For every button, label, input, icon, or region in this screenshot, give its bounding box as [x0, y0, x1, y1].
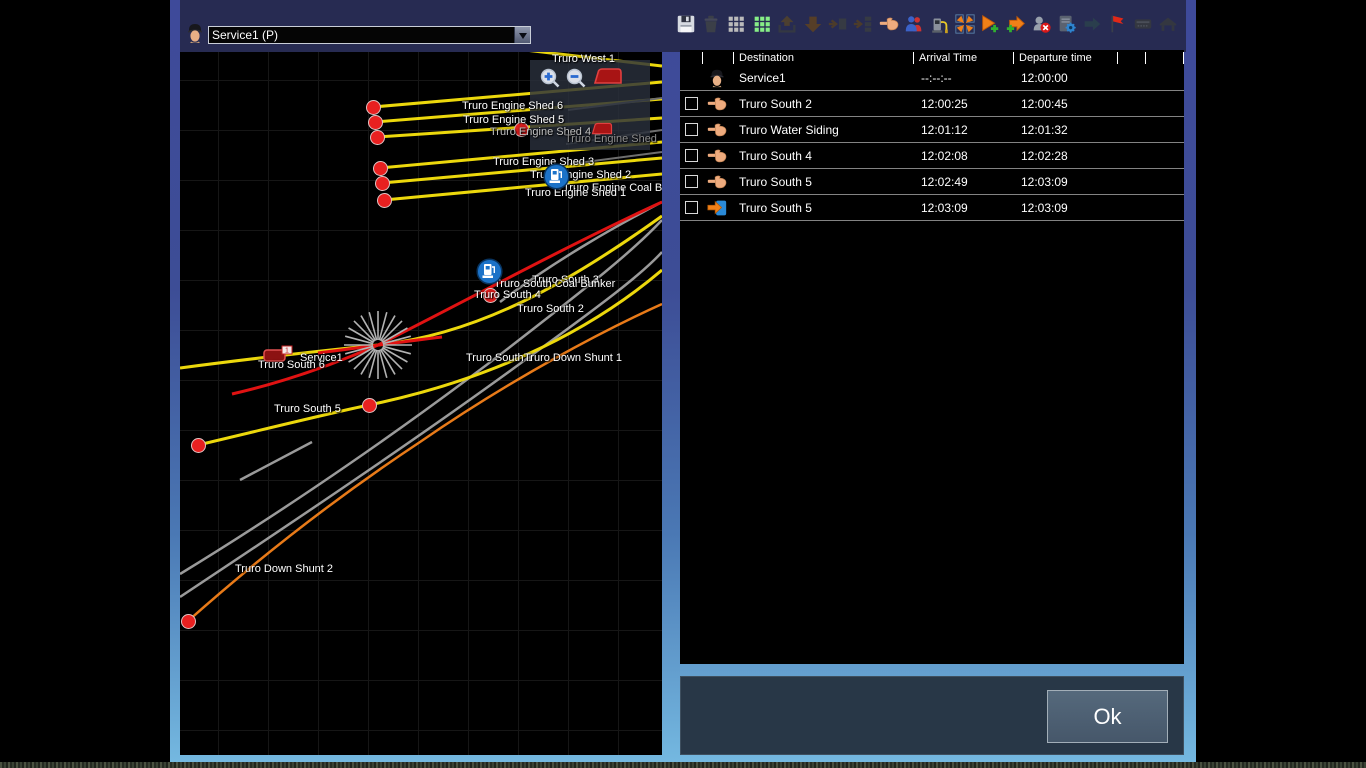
- svg-text:1: 1: [285, 348, 289, 355]
- destination-cell: Truro South 5: [733, 201, 812, 215]
- row-checkbox[interactable]: [685, 97, 698, 110]
- arrival-cell: 12:03:09: [913, 201, 968, 215]
- desktop-texture-strip: [0, 762, 1366, 768]
- depot-button[interactable]: [1157, 12, 1180, 36]
- final-stop-icon: [706, 197, 728, 219]
- column-header-blank-6: [1145, 52, 1184, 64]
- table-row[interactable]: Truro South 2 12:00:25 12:00:45: [680, 91, 1184, 117]
- timetable-body: Service1 --:--:-- 12:00:00 Truro South 2 12:…: [680, 65, 1184, 221]
- departure-cell: 12:00:45: [1013, 97, 1068, 111]
- departure-cell: 12:02:28: [1013, 149, 1068, 163]
- destination-cell: Service1: [733, 71, 786, 85]
- driver-icon: [706, 67, 728, 89]
- go-arrow-button[interactable]: [1081, 12, 1104, 36]
- column-header-destination: Destination: [733, 52, 913, 64]
- consist-icon[interactable]: [593, 67, 623, 84]
- refuel-button[interactable]: [928, 12, 951, 36]
- service-dropdown-value: Service1 (P): [212, 27, 278, 43]
- column-header-blank-5: [1117, 52, 1145, 64]
- add-service-button[interactable]: [979, 12, 1002, 36]
- track-lines: [180, 52, 662, 755]
- timetable: DestinationArrival TimeDeparture time Se…: [680, 50, 1184, 664]
- zoom-in-button[interactable]: [538, 66, 562, 90]
- toolbar: [674, 10, 1180, 38]
- track-end-marker[interactable]: [181, 614, 196, 629]
- hand-icon: [706, 171, 728, 193]
- row-checkbox[interactable]: [685, 201, 698, 214]
- move-right-button[interactable]: [826, 12, 849, 36]
- player-train-icon[interactable]: 1: [263, 345, 293, 363]
- service-dropdown[interactable]: Service1 (P): [208, 26, 531, 44]
- arrival-cell: 12:01:12: [913, 123, 968, 137]
- add-waypoint-button[interactable]: [1004, 12, 1027, 36]
- track-end-marker[interactable]: [514, 122, 529, 137]
- destination-cell: Truro South 5: [733, 175, 812, 189]
- track-end-marker[interactable]: [368, 115, 383, 130]
- arrival-cell: 12:00:25: [913, 97, 968, 111]
- departure-cell: 12:03:09: [1013, 175, 1068, 189]
- arrival-cell: 12:02:08: [913, 149, 968, 163]
- move-right-multi-button[interactable]: [852, 12, 875, 36]
- column-header-arrival-time: Arrival Time: [913, 52, 1013, 64]
- footer-panel: Ok: [680, 676, 1184, 755]
- table-row[interactable]: Truro South 4 12:02:08 12:02:28: [680, 143, 1184, 169]
- grid-white-button[interactable]: [725, 12, 748, 36]
- grid-green-button[interactable]: [750, 12, 773, 36]
- map-canvas[interactable]: Truro West 1Truro Engine Shed 6Truro Eng…: [180, 52, 662, 755]
- table-row[interactable]: Service1 --:--:-- 12:00:00: [680, 65, 1184, 91]
- flag-button[interactable]: [1106, 12, 1129, 36]
- departure-cell: 12:03:09: [1013, 201, 1068, 215]
- track-end-marker[interactable]: [483, 288, 498, 303]
- row-checkbox[interactable]: [685, 149, 698, 162]
- track-end-marker[interactable]: [377, 193, 392, 208]
- map-overlay-panel: [530, 60, 650, 150]
- departure-cell: 12:01:32: [1013, 123, 1068, 137]
- departure-cell: 12:00:00: [1013, 71, 1068, 85]
- export-button[interactable]: [801, 12, 824, 36]
- track-end-marker[interactable]: [191, 438, 206, 453]
- ok-button[interactable]: Ok: [1047, 690, 1168, 743]
- row-checkbox[interactable]: [685, 175, 698, 188]
- table-row[interactable]: Truro South 5 12:02:49 12:03:09: [680, 169, 1184, 195]
- column-header-blank-0: [680, 52, 702, 64]
- import-button[interactable]: [776, 12, 799, 36]
- instruction-hand-button[interactable]: [877, 12, 900, 36]
- table-row[interactable]: Truro Water Siding 12:01:12 12:01:32: [680, 117, 1184, 143]
- destination-cell: Truro Water Siding: [733, 123, 839, 137]
- destination-cell: Truro South 2: [733, 97, 812, 111]
- consist-icon[interactable]: [591, 122, 613, 134]
- table-row[interactable]: Truro South 5 12:03:09 12:03:09: [680, 195, 1184, 221]
- track-end-marker[interactable]: [366, 100, 381, 115]
- column-header-departure-time: Departure time: [1013, 52, 1117, 64]
- hand-icon: [706, 119, 728, 141]
- column-header-blank-1: [702, 52, 733, 64]
- row-checkbox[interactable]: [685, 123, 698, 136]
- hand-icon: [706, 145, 728, 167]
- driver-icon: [183, 21, 207, 45]
- destination-cell: Truro South 4: [733, 149, 812, 163]
- chevron-down-icon[interactable]: [514, 27, 530, 43]
- zoom-out-button[interactable]: [564, 66, 588, 90]
- center-arrows-button[interactable]: [953, 12, 976, 36]
- arrival-cell: --:--:--: [913, 71, 952, 85]
- panel-button[interactable]: [1131, 12, 1154, 36]
- delete-button[interactable]: [699, 12, 722, 36]
- hand-icon: [706, 93, 728, 115]
- remove-driver-button[interactable]: [1030, 12, 1053, 36]
- properties-button[interactable]: [1055, 12, 1078, 36]
- editor-window: Service1 (P) Truro West 1Truro Engine Sh…: [170, 0, 1196, 762]
- track-end-marker[interactable]: [375, 176, 390, 191]
- fuel-point-icon[interactable]: [543, 163, 570, 190]
- passengers-button[interactable]: [903, 12, 926, 36]
- track-end-marker[interactable]: [373, 161, 388, 176]
- save-button[interactable]: [674, 12, 697, 36]
- timetable-header: DestinationArrival TimeDeparture time: [680, 50, 1184, 65]
- fuel-point-icon[interactable]: [476, 258, 503, 285]
- track-end-marker[interactable]: [370, 130, 385, 145]
- track-end-marker[interactable]: [362, 398, 377, 413]
- arrival-cell: 12:02:49: [913, 175, 968, 189]
